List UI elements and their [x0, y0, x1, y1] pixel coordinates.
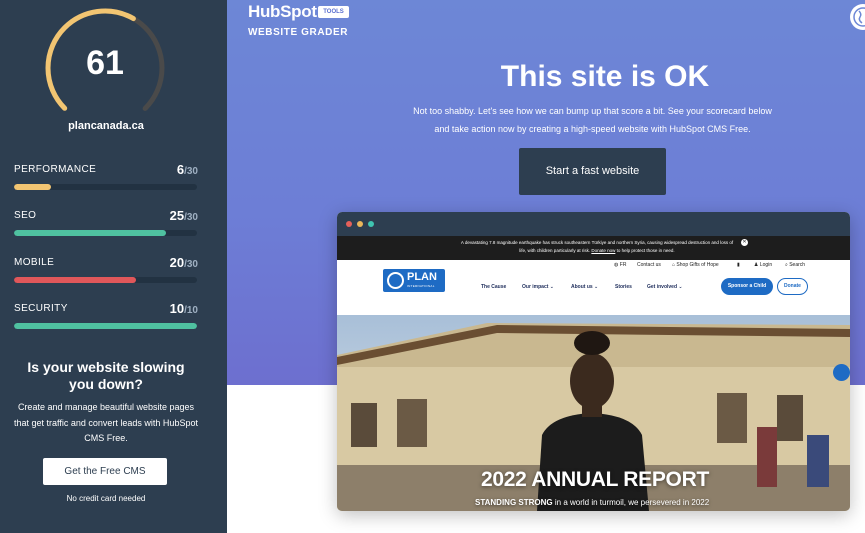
get-free-cms-button[interactable]: Get the Free CMS — [43, 458, 167, 485]
donate-button[interactable]: Donate — [777, 278, 808, 295]
alert-text-line2: life, with children particularly at risk… — [519, 248, 675, 253]
website-preview: A devastating 7.8 magnitude earthquake h… — [337, 212, 850, 511]
metric-score: 10/10 — [169, 301, 198, 316]
metric-score: 6/30 — [176, 162, 198, 177]
metric-bar — [14, 184, 197, 190]
minimize-dot-icon — [357, 221, 363, 227]
annual-report-title[interactable]: 2022 ANNUAL REPORT — [481, 468, 709, 492]
nav-the-cause[interactable]: The Cause — [481, 284, 506, 290]
metric-label: PERFORMANCE — [14, 164, 97, 175]
metric-bar — [14, 323, 197, 329]
nav-get-involved[interactable]: Get involved ⌄ — [647, 284, 683, 290]
sponsor-child-button[interactable]: Sponsor a Child — [721, 278, 773, 295]
annual-report-subtitle: STANDING STRONG in a world in turmoil, w… — [475, 498, 710, 507]
grade-headline: This site is OK — [500, 60, 710, 93]
start-fast-website-button[interactable]: Start a fast website — [519, 148, 666, 195]
tools-badge: TOOLS — [318, 6, 349, 18]
metric-bar — [14, 277, 197, 283]
close-dot-icon — [346, 221, 352, 227]
metric-score: 20/30 — [169, 255, 198, 270]
metric-label: SECURITY — [14, 303, 68, 314]
metric-label: MOBILE — [14, 257, 55, 268]
nav-about-us[interactable]: About us ⌄ — [571, 284, 598, 290]
shop-gifts-link[interactable]: ⌂ Shop Gifts of Hope — [672, 262, 719, 268]
plan-logo[interactable]: PLAN INTERNATIONAL — [383, 269, 445, 292]
cta-description: Create and manage beautiful website page… — [14, 402, 198, 443]
hubspot-logo[interactable]: HubSpot — [248, 2, 317, 22]
nav-our-impact[interactable]: Our impact ⌄ — [522, 284, 554, 290]
cta-heading: Is your website slowing you down? — [27, 359, 185, 392]
language-link[interactable]: ◍ FR — [614, 262, 626, 268]
metric-bar — [14, 230, 197, 236]
metric-bar-fill — [14, 277, 137, 283]
graded-domain: plancanada.ca — [68, 120, 144, 132]
alert-text: A devastating 7.8 magnitude earthquake h… — [460, 240, 734, 245]
no-credit-card-note: No credit card needed — [66, 494, 146, 503]
browser-titlebar — [337, 212, 850, 236]
score-sidebar: 61 plancanada.ca PERFORMANCE 6/30 SEO 25… — [0, 0, 227, 533]
metric-bar-fill — [14, 184, 51, 190]
maximize-dot-icon — [368, 221, 374, 227]
product-name: WEBSITE GRADER — [248, 27, 349, 38]
nav-stories[interactable]: Stories — [615, 284, 632, 290]
metric-bar-fill — [14, 230, 167, 236]
metric-bar-fill — [14, 323, 197, 329]
login-link[interactable]: ♟ Login — [754, 262, 772, 268]
contact-link[interactable]: Contact us — [637, 262, 661, 268]
chat-icon[interactable] — [833, 364, 850, 381]
metric-score: 25/30 — [169, 208, 198, 223]
cart-icon[interactable]: ▮ — [737, 262, 740, 268]
close-icon[interactable]: ✕ — [741, 239, 748, 246]
overall-score: 61 — [86, 44, 124, 82]
metric-label: SEO — [14, 210, 37, 221]
plan-figure-icon — [387, 272, 404, 289]
globe-icon[interactable] — [848, 2, 865, 32]
search-link[interactable]: ⌕ Search — [785, 262, 805, 268]
donate-now-link[interactable]: Donate now — [591, 248, 615, 253]
grade-description: Not too shabby. Let's see how we can bum… — [413, 106, 772, 134]
